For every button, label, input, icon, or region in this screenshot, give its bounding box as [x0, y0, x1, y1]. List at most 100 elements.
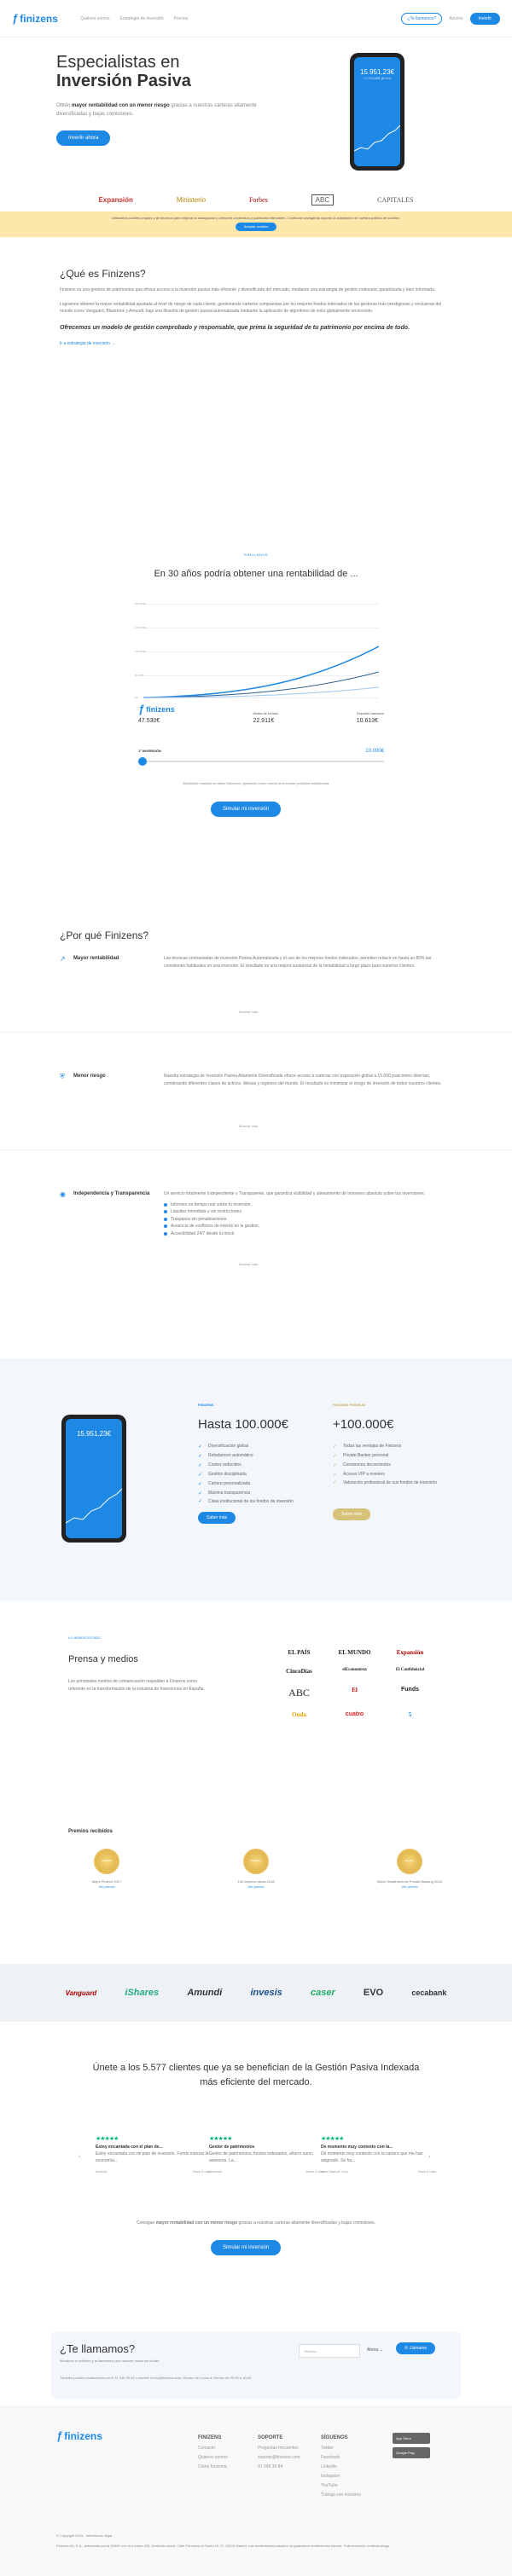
press-logo: Ministerio: [176, 195, 207, 204]
testimonial-author: Gonzalo: [209, 2169, 222, 2174]
media-logos: EL PAÍS EL MUNDO Expansión CincoDías elE…: [271, 1649, 438, 1718]
fondos-label: Media de fondos: [253, 711, 279, 715]
partner-logo: cecabank: [411, 1988, 447, 1997]
show-more-link[interactable]: Mostrar más: [239, 1010, 258, 1014]
what-is-title: ¿Qué es Finizens?: [60, 268, 146, 280]
footer-link[interactable]: Quiénes somos: [198, 2455, 228, 2460]
plan-feature: Costes reducidos: [198, 1461, 326, 1472]
testimonial-date: Hace 3 días: [192, 2169, 211, 2174]
award-medal: MEJOR: [397, 1849, 422, 1874]
plan-standard-button[interactable]: Saber más: [198, 1512, 236, 1524]
invest-now-button[interactable]: Invertir ahora: [56, 130, 111, 147]
testimonial-card: ★★★★★ Estoy encantada con el plan de... …: [96, 2135, 211, 2174]
press-logo: ABC: [311, 194, 335, 206]
simulator-results: ƒ finizens 47.530€ Media de fondos 22.911€ …: [138, 703, 384, 724]
google-play-badge[interactable]: Google Play: [393, 2447, 430, 2458]
invest-button[interactable]: Invertir: [469, 12, 500, 25]
footer-link[interactable]: soporte@finizens.com: [258, 2455, 300, 2460]
call-me-link[interactable]: ¿Te llamamos?: [401, 12, 443, 25]
nav-link-estrategia[interactable]: Estrategia de inversión: [120, 16, 164, 21]
award-medal: PREMIO: [94, 1849, 119, 1874]
feature-riesgo: ⛨ Menor riesgo Nuestra estrategia de Inv…: [60, 1073, 452, 1141]
phone-balance: 15.951,23€: [76, 1430, 112, 1438]
award-card: PREMIO 100 Mejores Ideas 2018 Ver premio: [218, 1849, 294, 1889]
media-logo: elEconomista: [342, 1668, 367, 1672]
simulate-button-2[interactable]: Simular mi inversión: [211, 2240, 282, 2255]
strategy-link[interactable]: Ir a estrategia de inversión →: [60, 341, 512, 346]
twitter-link[interactable]: Twitter: [321, 2446, 334, 2451]
nav-link-quienes[interactable]: Quiénes somos: [80, 16, 110, 21]
award-link[interactable]: Ver premio: [371, 1884, 448, 1889]
nav-link-precios[interactable]: Precios: [174, 16, 189, 21]
what-is-highlight: Ofrecemos un modelo de gestión comprobad…: [60, 324, 410, 331]
plan-amount: Hasta 100.000€: [198, 1417, 288, 1432]
media-logo: EL MUNDO: [338, 1649, 371, 1656]
logo-icon: ƒ: [138, 703, 145, 715]
phone-input[interactable]: Teléfono: [299, 2344, 360, 2358]
y-tick: 0€: [135, 696, 138, 699]
press-title: Prensa y medios: [68, 1654, 138, 1664]
footer-logo[interactable]: ƒ finizens: [56, 2429, 102, 2442]
login-link[interactable]: Acceso: [449, 16, 463, 21]
testimonial-author: Andrea: [96, 2169, 107, 2174]
cookie-text: Utilizamos cookies propias y de terceros…: [112, 216, 400, 220]
accept-cookies-button[interactable]: Aceptar cookies: [235, 223, 277, 231]
carousel-prev-icon[interactable]: ‹: [79, 2154, 80, 2160]
press-tag: LO HEMOS ESTADO: [68, 1635, 102, 1640]
finizens-logo[interactable]: ƒ finizens: [12, 12, 58, 25]
cookie-banner: Utilizamos cookies propias y de terceros…: [0, 211, 512, 237]
plan-feature: Private Banker personal: [333, 1451, 461, 1462]
hour-select[interactable]: Ahora ⌄: [367, 2347, 383, 2353]
hero-phone-mockup: 15.951,23€ +1.234,56€ (8,4%): [350, 53, 404, 171]
footer-link[interactable]: Cómo funciona: [198, 2464, 227, 2469]
testimonial-title: Gestor de patrimonios: [209, 2145, 255, 2150]
finizens-result: 47.530€: [138, 718, 160, 724]
facebook-link[interactable]: Facebook: [321, 2455, 340, 2460]
plan-feature: Comisiones decrecientes: [333, 1461, 461, 1472]
instagram-link[interactable]: Instagram: [321, 2474, 340, 2479]
slider-value: 10.000€: [365, 749, 384, 754]
partner-logo: Amundi: [187, 1988, 223, 1998]
slider-handle[interactable]: [138, 757, 147, 766]
plans-phone-mockup: 15.951,23€: [61, 1415, 126, 1543]
simulate-button[interactable]: Simular mi inversión: [211, 802, 282, 817]
deposito-result: 10.613€: [356, 718, 379, 724]
feature-bullet: Informes en tiempo real sobre tu inversi…: [164, 1201, 452, 1209]
plan-feature: Gestión disciplinada: [198, 1470, 326, 1481]
award-link[interactable]: Ver premio: [68, 1884, 145, 1889]
award-card: PREMIO Mejor Fintech 2017 Ver premio: [68, 1849, 145, 1889]
logo-icon: ƒ: [56, 2429, 63, 2442]
show-more-link[interactable]: Mostrar más: [239, 1124, 258, 1128]
award-card: MEJOR Mejor Wealthtech de Private Bankin…: [371, 1849, 448, 1889]
footer-link[interactable]: Contacto: [198, 2446, 215, 2451]
youtube-link[interactable]: YouTube: [321, 2483, 338, 2488]
testimonials-section: Únete a los 5.577 clientes que ya se ben…: [0, 2022, 512, 2295]
phone-gain: +1.234,56€ (8,4%): [363, 76, 392, 80]
show-more-link[interactable]: Mostrar más: [239, 1262, 258, 1266]
callback-subtitle: Introduce tu teléfono y te llamamos para…: [60, 2359, 160, 2363]
press-logo: Forbes: [248, 195, 268, 204]
linkedin-link[interactable]: Linkedin: [321, 2464, 337, 2469]
testimonial-card: ★★★★★ De momento muy contento con la... …: [321, 2135, 436, 2174]
press-logo: CAPITALES: [377, 195, 414, 204]
callback-title: ¿Te llamamos?: [60, 2342, 136, 2355]
award-link[interactable]: Ver premio: [218, 1884, 294, 1889]
footer-link[interactable]: 91 048 30 84: [258, 2464, 282, 2469]
callback-box: ¿Te llamamos? Introduce tu teléfono y te…: [51, 2332, 461, 2399]
hero-subtitle: Obtén mayor rentabilidad con un menor ri…: [56, 103, 257, 117]
plan-premium-button[interactable]: Saber más: [333, 1508, 371, 1520]
testimonials-title: Únete a los 5.577 clientes que ya se ben…: [92, 2063, 420, 2087]
jobs-link[interactable]: Trabaja con nosotros: [321, 2492, 361, 2498]
footer-link[interactable]: Preguntas frecuentes: [258, 2446, 299, 2451]
stars-icon: ★★★★★: [96, 2136, 119, 2142]
plan-feature: Máxima transparencia: [198, 1489, 326, 1500]
call-me-button[interactable]: ✆ Llámame: [396, 2342, 436, 2354]
slider-track[interactable]: [138, 757, 384, 766]
app-store-badge[interactable]: App Store: [393, 2433, 430, 2444]
shield-icon: ⛨: [60, 1073, 65, 1080]
plan-feature: Acceso VIP a eventos: [333, 1470, 461, 1481]
testimonial-title: Estoy encantada con el plan de...: [96, 2145, 163, 2150]
plan-amount: +100.000€: [333, 1417, 394, 1432]
feature-transparencia: ◉ Independencia y Transparencia Un servi…: [60, 1190, 452, 1318]
plans-section: 15.951,23€ FINIZENS Hasta 100.000€ Diver…: [0, 1358, 512, 1601]
